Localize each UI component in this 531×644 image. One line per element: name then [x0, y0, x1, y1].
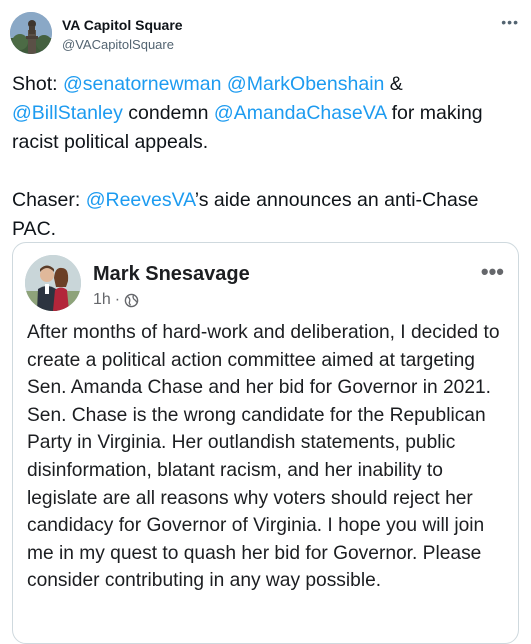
embedded-post-text: After months of hard-work and deliberati…	[27, 322, 500, 592]
tweet-text-span: condemn	[122, 102, 214, 124]
embedded-author-avatar	[25, 255, 81, 311]
author-avatar[interactable]	[10, 12, 52, 54]
tweet-text-span: Chaser:	[12, 189, 86, 211]
tweet-text-span: &	[384, 73, 403, 95]
meta-separator: ·	[114, 291, 121, 308]
tweet-paragraph-1: Shot: @senatornewman @MarkObenshain & @B…	[12, 70, 517, 157]
tweet-text-span: Shot:	[12, 73, 63, 95]
tweet-paragraph-2: Chaser: @ReevesVA’s aide announces an an…	[12, 186, 517, 244]
author-handle[interactable]: @VACapitolSquare	[62, 37, 174, 52]
capitol-statue-image	[10, 12, 52, 54]
embedded-post-body: After months of hard-work and deliberati…	[27, 319, 511, 595]
mention-link[interactable]: @senatornewman	[63, 73, 222, 95]
embedded-image[interactable]: Mark Snesavage 1h · ••• After months of …	[12, 242, 519, 644]
more-horizontal-icon: •••	[480, 259, 504, 284]
mention-link[interactable]: @BillStanley	[12, 102, 123, 124]
mention-link[interactable]: @ReevesVA	[86, 189, 195, 211]
author-name[interactable]: VA Capitol Square	[62, 17, 183, 33]
embedded-author-name: Mark Snesavage	[93, 263, 250, 285]
embedded-post-meta: 1h ·	[93, 291, 139, 309]
mention-link[interactable]: @AmandaChaseVA	[214, 102, 386, 124]
tweet-text: Shot: @senatornewman @MarkObenshain & @B…	[12, 70, 517, 244]
more-horizontal-icon[interactable]: •••	[501, 14, 519, 30]
couple-photo	[25, 255, 81, 311]
embedded-post-time: 1h	[93, 291, 111, 308]
globe-icon	[124, 293, 139, 307]
mention-link[interactable]: @MarkObenshain	[227, 73, 384, 95]
